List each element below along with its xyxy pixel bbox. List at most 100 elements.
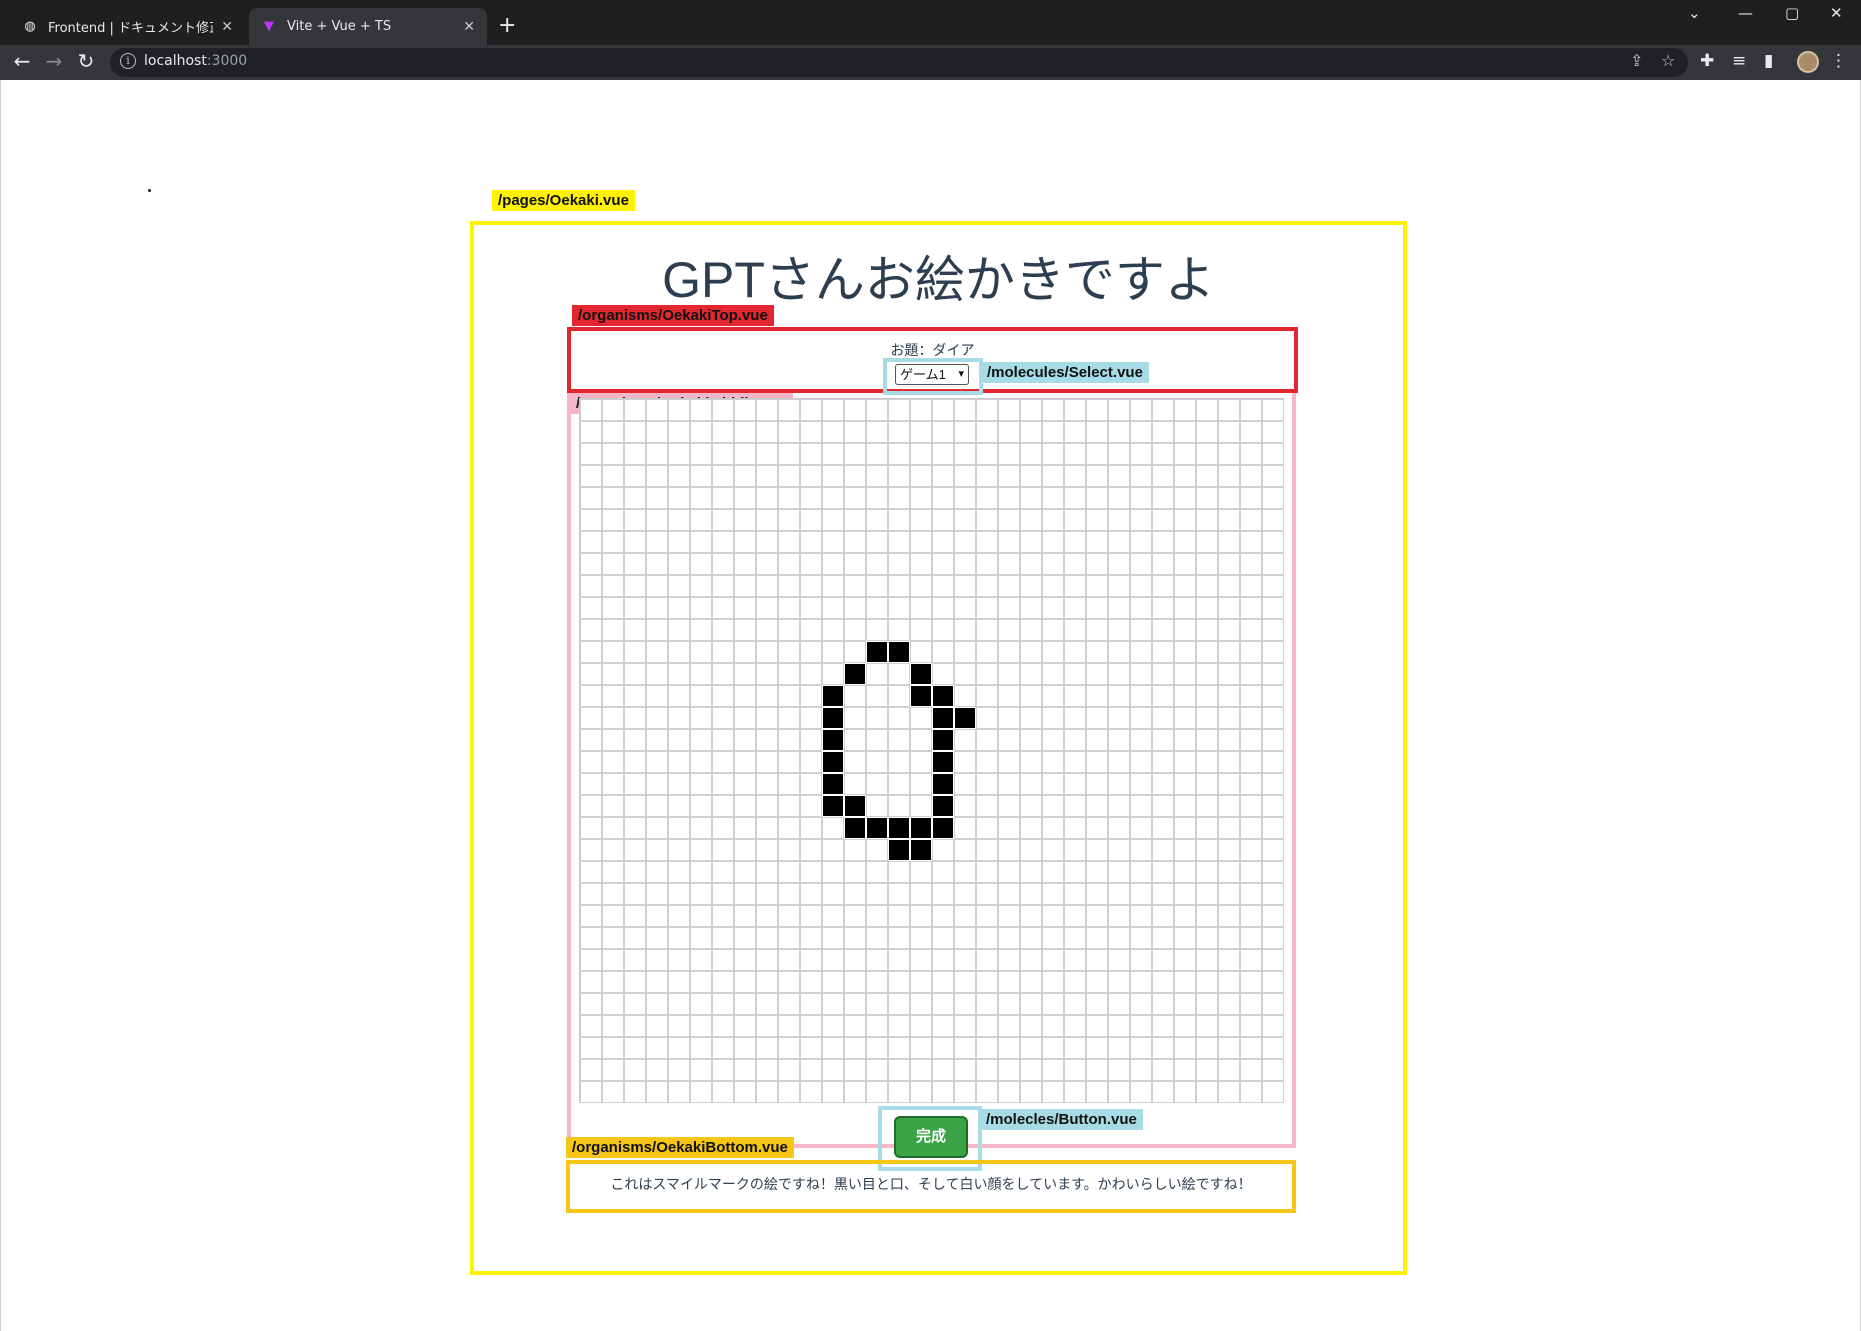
grid-cell[interactable]: [1042, 1059, 1064, 1081]
grid-cell[interactable]: [580, 751, 602, 773]
grid-cell[interactable]: [822, 839, 844, 861]
grid-cell[interactable]: [866, 465, 888, 487]
grid-cell[interactable]: [690, 949, 712, 971]
grid-cell[interactable]: [976, 883, 998, 905]
grid-cell[interactable]: [1108, 1037, 1130, 1059]
grid-cell[interactable]: [580, 707, 602, 729]
grid-cell[interactable]: [932, 443, 954, 465]
grid-cell[interactable]: [1042, 817, 1064, 839]
grid-cell[interactable]: [602, 927, 624, 949]
grid-cell[interactable]: [1042, 949, 1064, 971]
grid-cell[interactable]: [712, 751, 734, 773]
grid-cell[interactable]: [954, 817, 976, 839]
grid-cell[interactable]: [1020, 509, 1042, 531]
grid-cell[interactable]: [866, 729, 888, 751]
grid-cell[interactable]: [690, 817, 712, 839]
grid-cell[interactable]: [690, 795, 712, 817]
extensions-icon[interactable]: ✚: [1700, 51, 1714, 71]
grid-cell[interactable]: [690, 1015, 712, 1037]
grid-cell[interactable]: [778, 729, 800, 751]
grid-cell[interactable]: [778, 773, 800, 795]
grid-cell[interactable]: [998, 729, 1020, 751]
grid-cell[interactable]: [778, 443, 800, 465]
menu-icon[interactable]: ⋮: [1830, 51, 1847, 71]
grid-cell[interactable]: [1086, 795, 1108, 817]
grid-cell[interactable]: [1130, 399, 1152, 421]
grid-cell[interactable]: [1262, 531, 1284, 553]
grid-cell[interactable]: [624, 399, 646, 421]
grid-cell[interactable]: [844, 993, 866, 1015]
grid-cell[interactable]: [1196, 795, 1218, 817]
grid-cell[interactable]: [1130, 487, 1152, 509]
grid-cell[interactable]: [624, 487, 646, 509]
grid-cell[interactable]: [602, 1059, 624, 1081]
grid-cell[interactable]: [800, 465, 822, 487]
grid-cell[interactable]: [822, 971, 844, 993]
grid-cell[interactable]: [668, 927, 690, 949]
grid-cell[interactable]: [1196, 817, 1218, 839]
grid-cell[interactable]: [1086, 817, 1108, 839]
grid-cell[interactable]: [1130, 553, 1152, 575]
grid-cell[interactable]: [1086, 597, 1108, 619]
grid-cell[interactable]: [844, 861, 866, 883]
grid-cell[interactable]: [976, 839, 998, 861]
grid-cell[interactable]: [1152, 729, 1174, 751]
grid-cell[interactable]: [1240, 971, 1262, 993]
grid-cell[interactable]: [1042, 465, 1064, 487]
grid-cell[interactable]: [1196, 949, 1218, 971]
grid-cell[interactable]: [1240, 1081, 1262, 1103]
grid-cell[interactable]: [690, 509, 712, 531]
grid-cell[interactable]: [844, 663, 866, 685]
grid-cell[interactable]: [1174, 1059, 1196, 1081]
grid-cell[interactable]: [1064, 729, 1086, 751]
grid-cell[interactable]: [1020, 685, 1042, 707]
grid-cell[interactable]: [668, 443, 690, 465]
grid-cell[interactable]: [1262, 553, 1284, 575]
grid-cell[interactable]: [954, 531, 976, 553]
grid-cell[interactable]: [888, 597, 910, 619]
grid-cell[interactable]: [1174, 575, 1196, 597]
grid-cell[interactable]: [1174, 883, 1196, 905]
grid-cell[interactable]: [1240, 905, 1262, 927]
grid-cell[interactable]: [624, 795, 646, 817]
grid-cell[interactable]: [580, 399, 602, 421]
grid-cell[interactable]: [866, 619, 888, 641]
address-bar[interactable]: i localhost:3000 ⇪ ☆: [110, 48, 1688, 77]
grid-cell[interactable]: [954, 421, 976, 443]
grid-cell[interactable]: [954, 949, 976, 971]
grid-cell[interactable]: [976, 399, 998, 421]
grid-cell[interactable]: [734, 707, 756, 729]
grid-cell[interactable]: [756, 773, 778, 795]
grid-cell[interactable]: [844, 927, 866, 949]
grid-cell[interactable]: [1196, 619, 1218, 641]
grid-cell[interactable]: [800, 861, 822, 883]
grid-cell[interactable]: [910, 531, 932, 553]
grid-cell[interactable]: [1240, 597, 1262, 619]
grid-cell[interactable]: [910, 795, 932, 817]
grid-cell[interactable]: [1042, 619, 1064, 641]
grid-cell[interactable]: [976, 575, 998, 597]
grid-cell[interactable]: [932, 1015, 954, 1037]
grid-cell[interactable]: [1108, 1059, 1130, 1081]
grid-cell[interactable]: [1152, 487, 1174, 509]
grid-cell[interactable]: [778, 795, 800, 817]
grid-cell[interactable]: [998, 1081, 1020, 1103]
grid-cell[interactable]: [646, 685, 668, 707]
grid-cell[interactable]: [1174, 597, 1196, 619]
grid-cell[interactable]: [1174, 993, 1196, 1015]
grid-cell[interactable]: [778, 487, 800, 509]
grid-cell[interactable]: [954, 641, 976, 663]
grid-cell[interactable]: [1086, 949, 1108, 971]
grid-cell[interactable]: [712, 1015, 734, 1037]
grid-cell[interactable]: [712, 927, 734, 949]
grid-cell[interactable]: [800, 817, 822, 839]
grid-cell[interactable]: [976, 773, 998, 795]
grid-cell[interactable]: [646, 443, 668, 465]
grid-cell[interactable]: [646, 1059, 668, 1081]
grid-cell[interactable]: [998, 773, 1020, 795]
grid-cell[interactable]: [734, 685, 756, 707]
grid-cell[interactable]: [1020, 707, 1042, 729]
grid-cell[interactable]: [1130, 619, 1152, 641]
grid-cell[interactable]: [756, 883, 778, 905]
grid-cell[interactable]: [822, 1081, 844, 1103]
